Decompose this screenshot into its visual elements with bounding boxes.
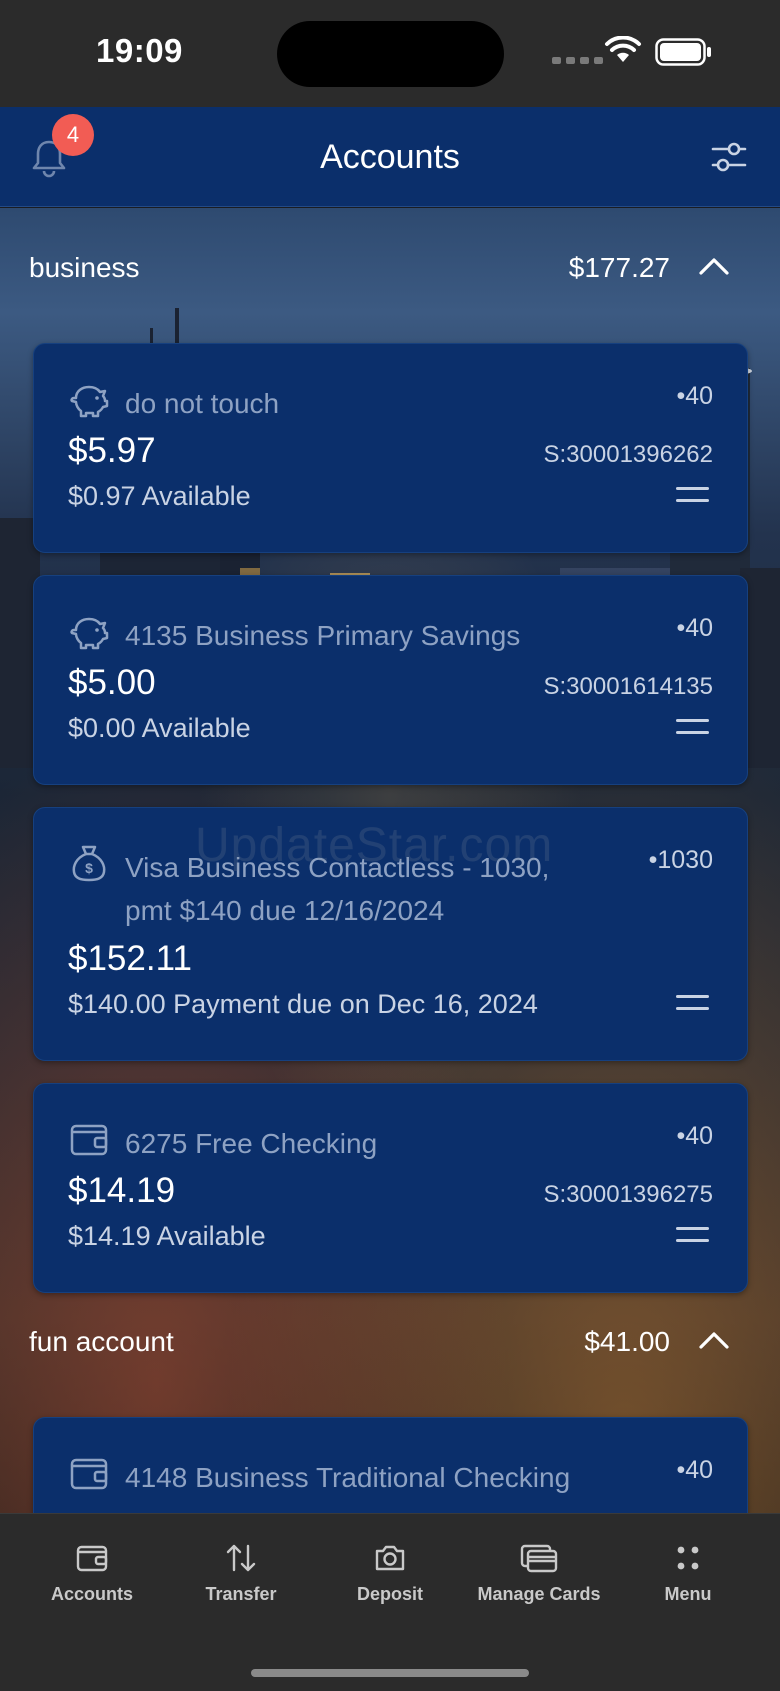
group-total: $177.27 <box>568 252 670 283</box>
drag-handle-icon[interactable] <box>676 487 709 511</box>
status-time: 19:09 <box>96 32 183 69</box>
dynamic-island <box>277 21 504 87</box>
transfer-arrows-icon <box>226 1544 256 1572</box>
account-last4: •40 <box>676 1456 713 1484</box>
tab-label: Menu <box>664 1584 712 1604</box>
account-number: S:30001396262 <box>543 441 714 468</box>
home-indicator <box>251 1669 529 1677</box>
group-header-business[interactable]: business $177.27 <box>0 238 780 298</box>
watermark: UpdateStar.com <box>195 819 554 872</box>
tab-label: Deposit <box>356 1584 423 1604</box>
account-card[interactable]: 4135 Business Primary Savings •40 $5.00 … <box>33 575 748 785</box>
wallet-icon <box>70 1458 108 1490</box>
tab-transfer[interactable]: Transfer <box>166 1540 316 1605</box>
account-card[interactable]: do not touch •40 $5.97 S:30001396262 $0.… <box>33 343 748 553</box>
grid-dots-icon <box>677 1546 699 1570</box>
account-balance: $5.00 <box>68 663 156 702</box>
tab-label: Transfer <box>205 1584 277 1604</box>
status-bar: 19:09 <box>0 0 780 107</box>
group-name: fun account <box>29 1326 174 1357</box>
accounts-list[interactable]: business $177.27 do not touch •40 $5.97 … <box>0 208 780 1513</box>
tab-deposit[interactable]: Deposit <box>315 1540 465 1605</box>
wallet-icon <box>76 1545 108 1572</box>
wallet-icon <box>70 1124 108 1156</box>
account-last4: •1030 <box>648 846 713 874</box>
account-card[interactable]: 6275 Free Checking •40 $14.19 S:30001396… <box>33 1083 748 1293</box>
account-name: 4148 Business Traditional Checking <box>125 1462 571 1493</box>
drag-handle-icon[interactable] <box>676 1227 709 1251</box>
account-last4: •40 <box>676 614 713 642</box>
money-bag-icon: $ <box>72 845 106 882</box>
page-title: Accounts <box>320 138 460 176</box>
account-balance: $14.19 <box>68 1171 176 1210</box>
camera-icon <box>375 1545 405 1571</box>
group-name: business <box>29 252 140 283</box>
svg-text:$: $ <box>85 860 93 876</box>
chevron-up-icon[interactable] <box>698 1330 730 1350</box>
account-name: do not touch <box>125 388 280 419</box>
tab-manage-cards[interactable]: Manage Cards <box>464 1540 614 1605</box>
account-number: S:30001396275 <box>543 1181 714 1208</box>
tab-label: Accounts <box>50 1584 133 1604</box>
account-last4: •40 <box>676 382 713 410</box>
account-name: 4135 Business Primary Savings <box>125 620 521 651</box>
account-balance: $152.11 <box>68 939 192 978</box>
cards-icon <box>520 1544 558 1573</box>
battery-icon <box>655 38 711 66</box>
payment-due-info: $140.00 Payment due on Dec 16, 2024 <box>68 989 538 1019</box>
wifi-icon <box>605 36 641 62</box>
tab-label: Manage Cards <box>477 1584 601 1604</box>
group-total: $41.00 <box>584 1326 670 1357</box>
group-header-fun-account[interactable]: fun account $41.00 <box>0 1312 780 1372</box>
account-card[interactable]: 4148 Business Traditional Checking •40 <box>33 1417 748 1513</box>
account-last4: •40 <box>676 1122 713 1150</box>
account-name: 6275 Free Checking <box>125 1128 378 1159</box>
available-balance: $0.00 Available <box>68 713 251 743</box>
chevron-up-icon[interactable] <box>698 256 730 276</box>
drag-handle-icon[interactable] <box>676 995 709 1019</box>
bottom-tab-bar: Accounts Transfer Deposit Manage Cards M… <box>0 1513 780 1691</box>
piggy-bank-icon <box>70 385 109 418</box>
account-balance: $5.97 <box>68 431 156 470</box>
cellular-signal-icon <box>552 57 603 64</box>
account-number: S:30001614135 <box>543 673 714 700</box>
filter-settings-icon[interactable] <box>710 140 748 174</box>
drag-handle-icon[interactable] <box>676 719 709 743</box>
tab-menu[interactable]: Menu <box>613 1540 763 1605</box>
tab-accounts[interactable]: Accounts <box>17 1540 167 1605</box>
available-balance: $0.97 Available <box>68 481 251 511</box>
available-balance: $14.19 Available <box>68 1221 266 1251</box>
piggy-bank-icon <box>70 617 109 650</box>
